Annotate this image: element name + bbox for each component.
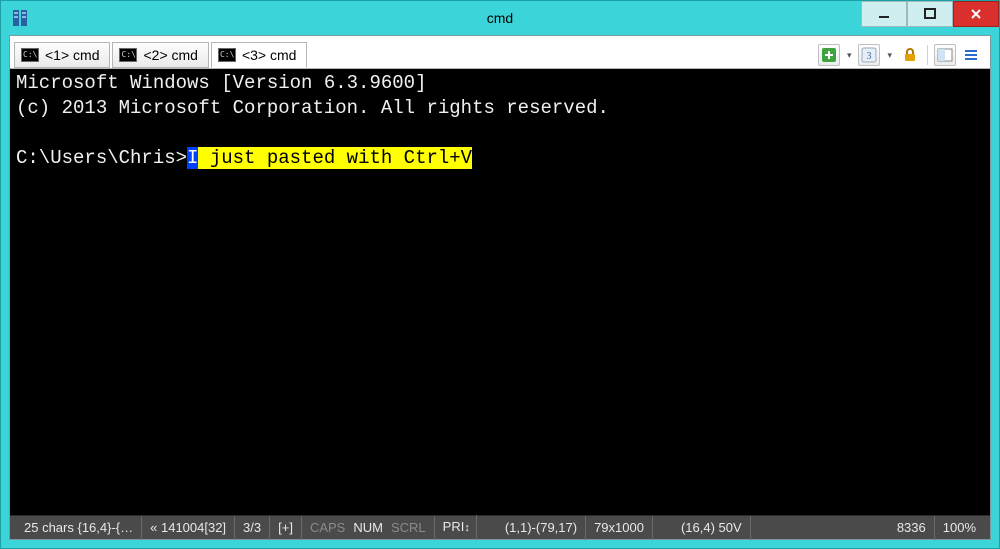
status-scrl: SCRL (387, 516, 435, 540)
status-num: NUM (349, 516, 387, 540)
tab-label: <3> cmd (242, 47, 296, 63)
tab-2[interactable]: <2> cmd (112, 42, 208, 68)
pasted-text: just pasted with Ctrl+V (198, 147, 472, 169)
lock-button[interactable] (899, 44, 921, 66)
dropdown-icon[interactable]: ▾ (844, 50, 855, 61)
hamburger-menu-button[interactable] (960, 44, 982, 66)
prompt: C:\Users\Chris> (16, 147, 187, 169)
status-selection[interactable]: 25 chars {16,4}-{… (16, 516, 142, 540)
client-area: <1> cmd <2> cmd <3> cmd ▾ 3 ▾ (9, 35, 991, 540)
tab-strip: <1> cmd <2> cmd <3> cmd ▾ 3 ▾ (10, 36, 990, 68)
tab-label: <2> cmd (143, 47, 197, 63)
close-button[interactable] (953, 1, 999, 27)
status-zoom[interactable]: 100% (935, 516, 984, 540)
status-pri[interactable]: PRI↕ (435, 515, 477, 540)
status-dims[interactable]: 79x1000 (586, 516, 653, 540)
status-plus[interactable]: [+] (270, 516, 302, 540)
maximize-button[interactable] (907, 1, 953, 27)
cmd-icon (218, 48, 236, 62)
window-title: cmd (1, 10, 999, 26)
status-bar: 25 chars {16,4}-{… « 141004[32] 3/3 [+] … (10, 515, 990, 539)
new-tab-button[interactable] (818, 44, 840, 66)
window-number-button[interactable]: 3 (858, 44, 880, 66)
tab-3[interactable]: <3> cmd (211, 42, 307, 68)
split-view-button[interactable] (934, 44, 956, 66)
tab-1[interactable]: <1> cmd (14, 42, 110, 68)
terminal-line: Microsoft Windows [Version 6.3.9600] (16, 72, 426, 94)
status-caps: CAPS (302, 516, 349, 540)
window-controls (861, 1, 999, 35)
text-cursor: I (187, 147, 198, 169)
title-bar[interactable]: cmd (1, 1, 999, 35)
status-tab-index[interactable]: 3/3 (235, 516, 270, 540)
app-window: cmd <1> cmd <2> cmd (0, 0, 1000, 549)
status-pid[interactable]: 8336 (889, 516, 935, 540)
dropdown-icon[interactable]: ▾ (884, 50, 895, 61)
minimize-button[interactable] (861, 1, 907, 27)
status-cursor[interactable]: (16,4) 50V (673, 516, 751, 540)
status-range[interactable]: (1,1)-(79,17) (497, 516, 586, 540)
terminal-line: (c) 2013 Microsoft Corporation. All righ… (16, 97, 609, 119)
toolbar: ▾ 3 ▾ (818, 42, 986, 68)
tab-label: <1> cmd (45, 47, 99, 63)
toolbar-separator (927, 45, 928, 65)
app-icon (11, 8, 31, 28)
svg-text:3: 3 (867, 51, 872, 62)
status-buffer[interactable]: « 141004[32] (142, 516, 235, 540)
cmd-icon (119, 48, 137, 62)
terminal-output[interactable]: Microsoft Windows [Version 6.3.9600] (c)… (10, 68, 990, 515)
cmd-icon (21, 48, 39, 62)
